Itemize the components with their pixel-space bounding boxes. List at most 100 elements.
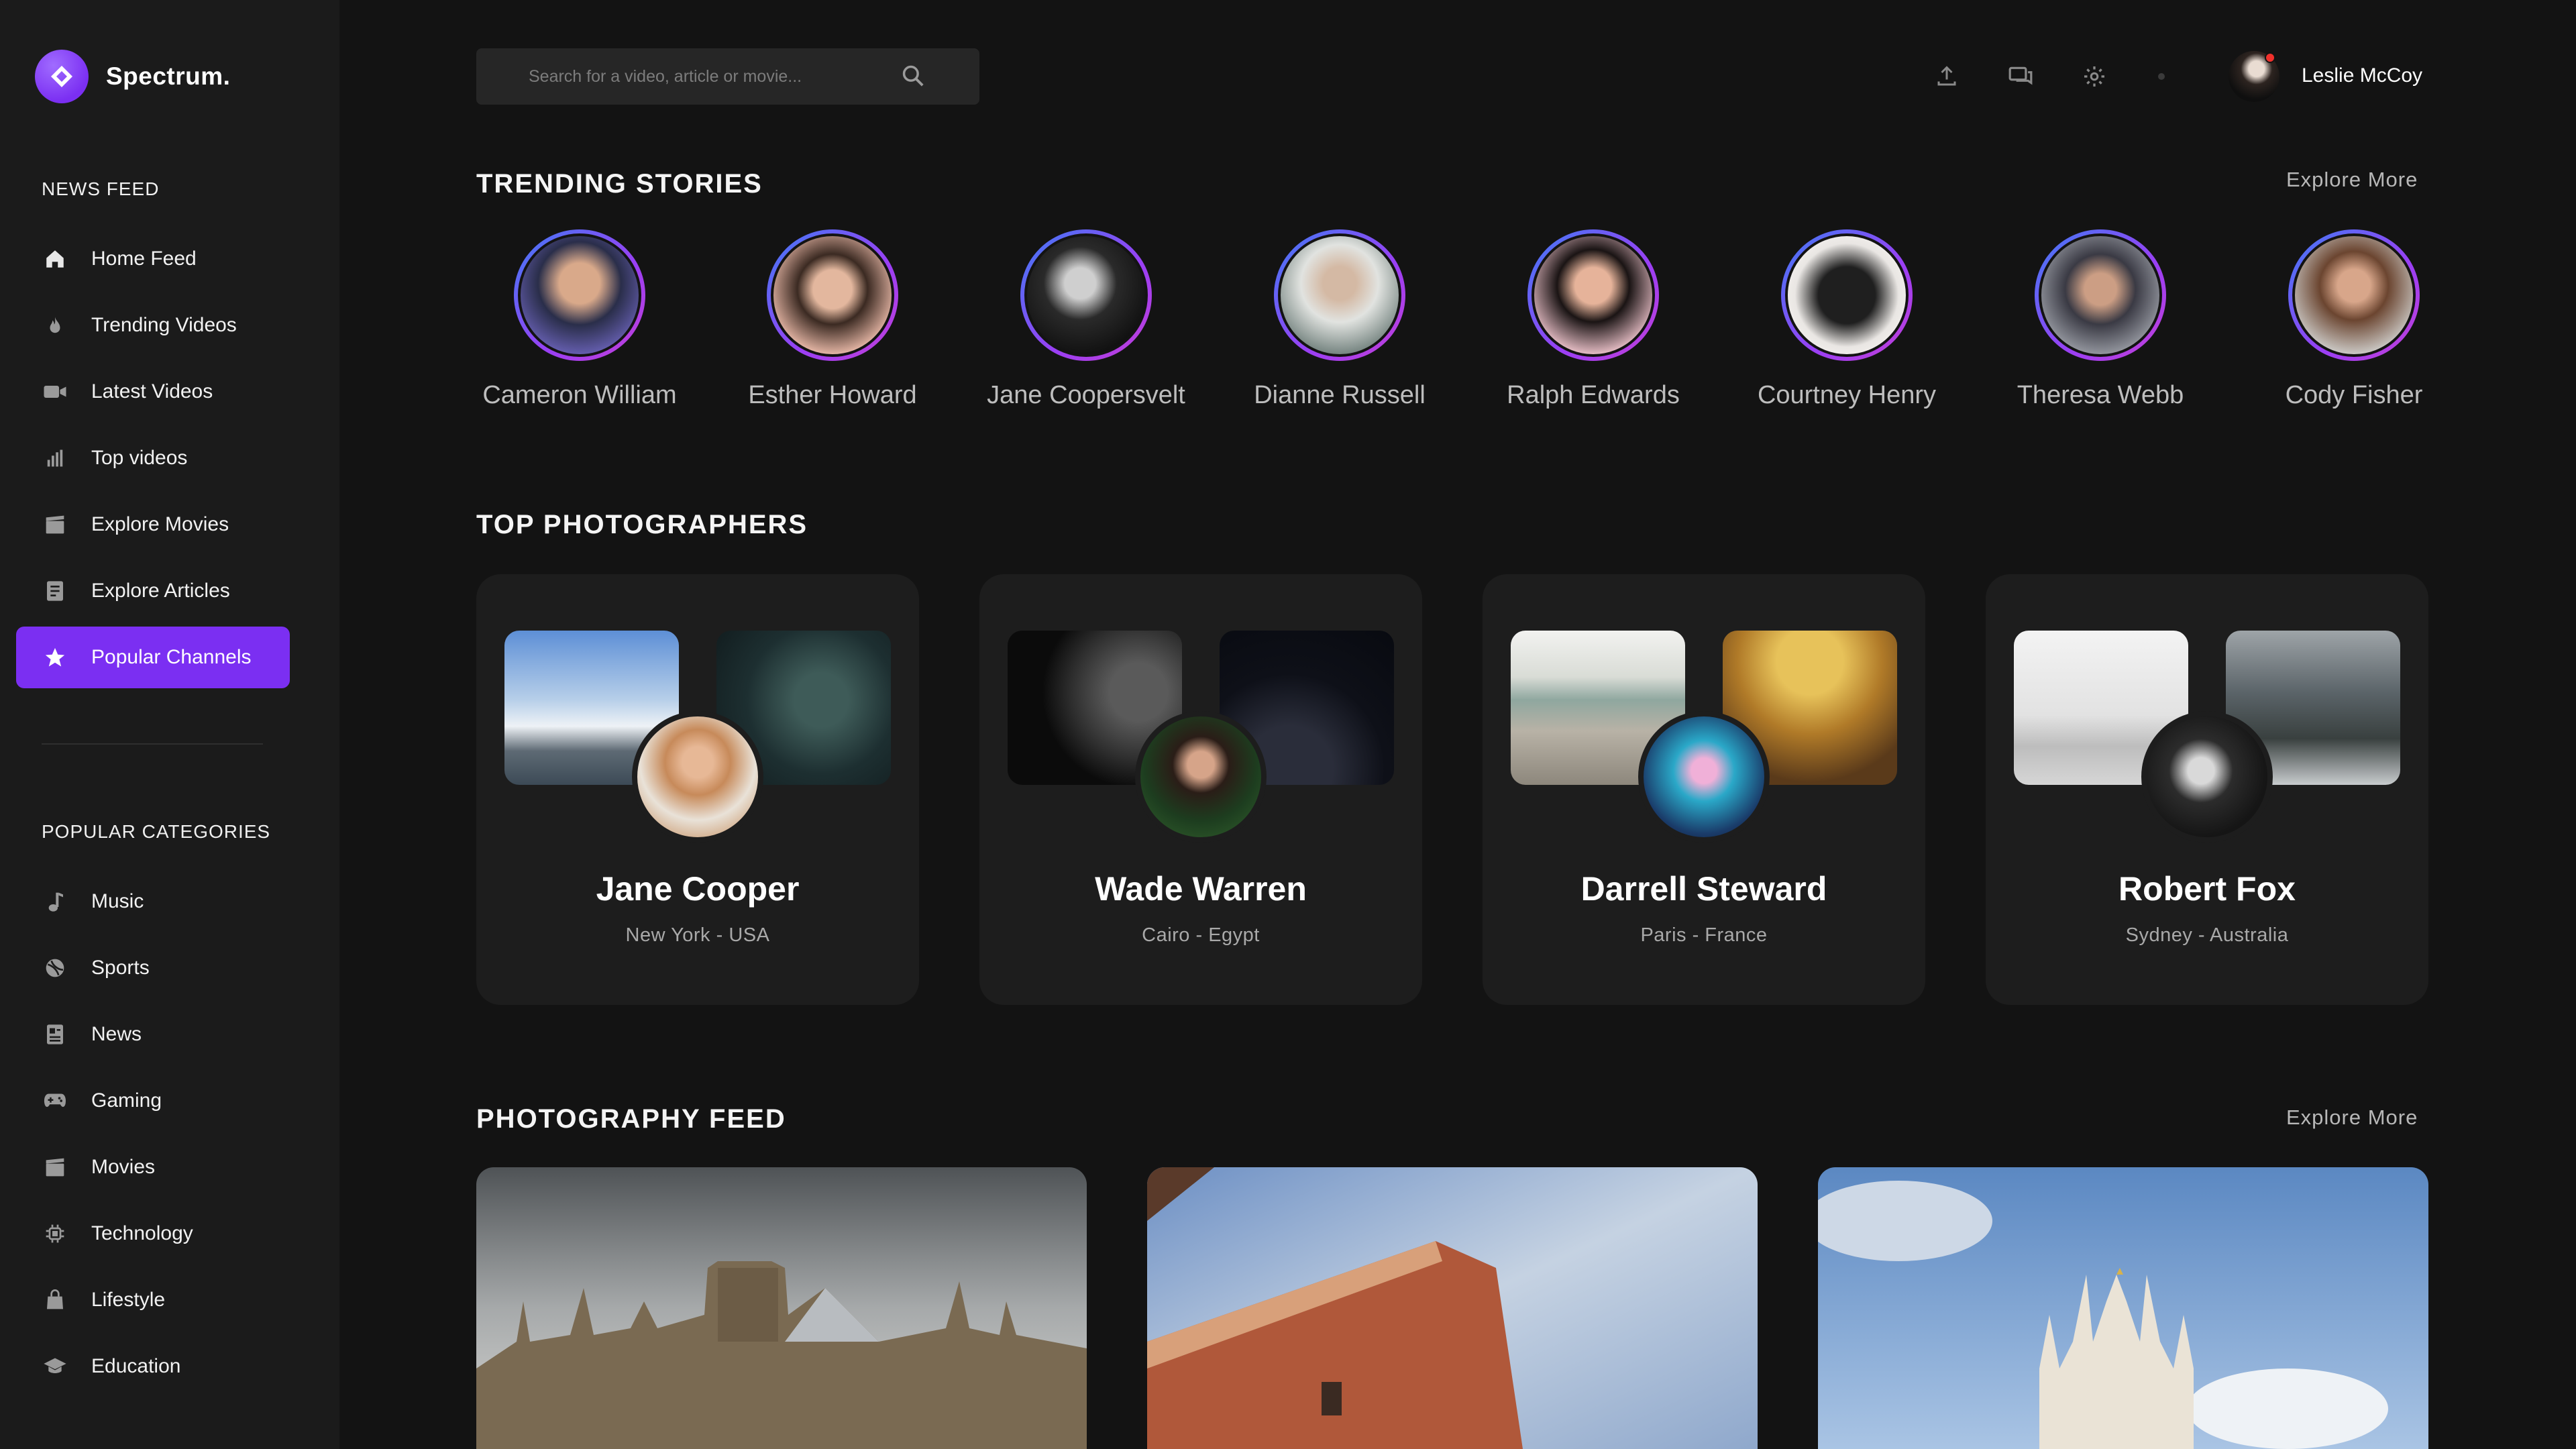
story-name: Dianne Russell [1254, 381, 1426, 409]
category-technology[interactable]: Technology [16, 1203, 290, 1265]
search-input[interactable] [529, 48, 904, 105]
photographer-location: Cairo - Egypt [1142, 924, 1260, 946]
popular-categories-label: POPULAR CATEGORIES [42, 821, 271, 842]
category-label: Lifestyle [91, 1289, 166, 1311]
category-label: Education [91, 1355, 181, 1377]
feed-photo[interactable] [1147, 1167, 1758, 1449]
fire-icon [42, 312, 68, 339]
story-item[interactable]: Dianne Russell [1239, 229, 1440, 410]
story-item[interactable]: Jane Coopersvelt [985, 229, 1187, 410]
story-name: Cody Fisher [2285, 381, 2423, 409]
duomo-photo [1818, 1167, 2428, 1449]
nav-home-feed[interactable]: Home Feed [16, 228, 290, 290]
nav-label: Popular Channels [91, 646, 252, 668]
feed-photo[interactable] [1818, 1167, 2428, 1449]
notification-badge [2265, 52, 2275, 63]
newspaper-icon [42, 1021, 68, 1048]
photographer-card[interactable]: Wade Warren Cairo - Egypt [979, 574, 1422, 1005]
nav-explore-movies[interactable]: Explore Movies [16, 494, 290, 555]
building-photo [1147, 1167, 1758, 1449]
category-label: Technology [91, 1222, 193, 1244]
gamepad-icon [42, 1087, 68, 1114]
settings-gear-icon[interactable] [2080, 62, 2109, 91]
photographer-name: Robert Fox [2118, 870, 2296, 908]
story-avatar [2292, 233, 2416, 357]
status-dot-icon [2147, 62, 2176, 91]
photography-feed-title: PHOTOGRAPHY FEED [476, 1104, 786, 1134]
category-sports[interactable]: Sports [16, 937, 290, 999]
nav-latest-videos[interactable]: Latest Videos [16, 361, 290, 423]
home-icon [42, 246, 68, 272]
photographer-name: Darrell Steward [1580, 870, 1827, 908]
graduation-cap-icon [42, 1353, 68, 1380]
story-item[interactable]: Cameron William [479, 229, 680, 410]
nav-label: Top videos [91, 447, 188, 469]
search-icon[interactable] [900, 63, 926, 92]
ball-icon [42, 955, 68, 981]
category-music[interactable]: Music [16, 871, 290, 932]
photographer-card[interactable]: Robert Fox Sydney - Australia [1986, 574, 2428, 1005]
story-name: Theresa Webb [2017, 381, 2184, 409]
story-item[interactable]: Ralph Edwards [1493, 229, 1694, 410]
chat-icon[interactable] [2006, 62, 2035, 91]
sidebar: Spectrum. NEWS FEED Home Feed Trending V… [0, 0, 339, 1449]
photographer-name: Jane Cooper [596, 870, 800, 908]
nav-label: Explore Movies [91, 513, 229, 535]
category-label: Movies [91, 1156, 156, 1178]
story-item[interactable]: Esther Howard [732, 229, 933, 410]
nav-top-videos[interactable]: Top videos [16, 427, 290, 489]
photographer-location: New York - USA [625, 924, 770, 946]
story-name: Ralph Edwards [1507, 381, 1680, 409]
category-news[interactable]: News [16, 1004, 290, 1065]
story-item[interactable]: Cody Fisher [2253, 229, 2455, 410]
category-label: Music [91, 890, 144, 912]
nav-label: Home Feed [91, 248, 197, 270]
spectrum-logo-icon [35, 50, 89, 103]
video-camera-icon [42, 378, 68, 405]
search-bar [476, 48, 979, 105]
feed-explore-more-link[interactable]: Explore More [2286, 1106, 2418, 1130]
music-note-icon [42, 888, 68, 915]
photographer-card[interactable]: Jane Cooper New York - USA [476, 574, 919, 1005]
photographer-location: Paris - France [1640, 924, 1768, 946]
nav-label: Latest Videos [91, 380, 213, 402]
photographer-card[interactable]: Darrell Steward Paris - France [1483, 574, 1925, 1005]
upload-icon[interactable] [1932, 62, 1962, 91]
article-icon [42, 578, 68, 604]
photographer-avatar [2141, 711, 2273, 843]
top-photographers-title: TOP PHOTOGRAPHERS [476, 510, 808, 539]
story-avatar [771, 233, 894, 357]
category-education[interactable]: Education [16, 1336, 290, 1397]
story-avatar [2039, 233, 2162, 357]
user-name[interactable]: Leslie McCoy [2302, 64, 2422, 87]
story-avatar [1024, 233, 1148, 357]
category-label: Gaming [91, 1089, 162, 1112]
story-avatar [1785, 233, 1909, 357]
category-label: News [91, 1023, 142, 1045]
bar-chart-icon [42, 445, 68, 472]
feed-photo[interactable] [476, 1167, 1087, 1449]
story-avatar [1278, 233, 1401, 357]
story-name: Jane Coopersvelt [987, 381, 1185, 409]
cathedral-photo [476, 1167, 1087, 1449]
story-item[interactable]: Courtney Henry [1746, 229, 1947, 410]
story-avatar [518, 233, 641, 357]
nav-label: Trending Videos [91, 314, 237, 336]
story-name: Esther Howard [748, 381, 917, 409]
story-name: Courtney Henry [1757, 381, 1937, 409]
nav-trending-videos[interactable]: Trending Videos [16, 294, 290, 356]
story-avatar [1532, 233, 1655, 357]
brand[interactable]: Spectrum. [35, 50, 230, 103]
clapperboard-icon [42, 1154, 68, 1181]
news-feed-label: NEWS FEED [42, 178, 160, 199]
nav-explore-articles[interactable]: Explore Articles [16, 560, 290, 622]
category-movies[interactable]: Movies [16, 1136, 290, 1198]
photographer-location: Sydney - Australia [2125, 924, 2289, 946]
category-lifestyle[interactable]: Lifestyle [16, 1269, 290, 1331]
story-item[interactable]: Theresa Webb [2000, 229, 2201, 410]
trending-explore-more-link[interactable]: Explore More [2286, 168, 2418, 192]
category-label: Sports [91, 957, 150, 979]
nav-popular-channels[interactable]: Popular Channels [16, 627, 290, 688]
photographer-avatar [1135, 711, 1267, 843]
category-gaming[interactable]: Gaming [16, 1070, 290, 1132]
